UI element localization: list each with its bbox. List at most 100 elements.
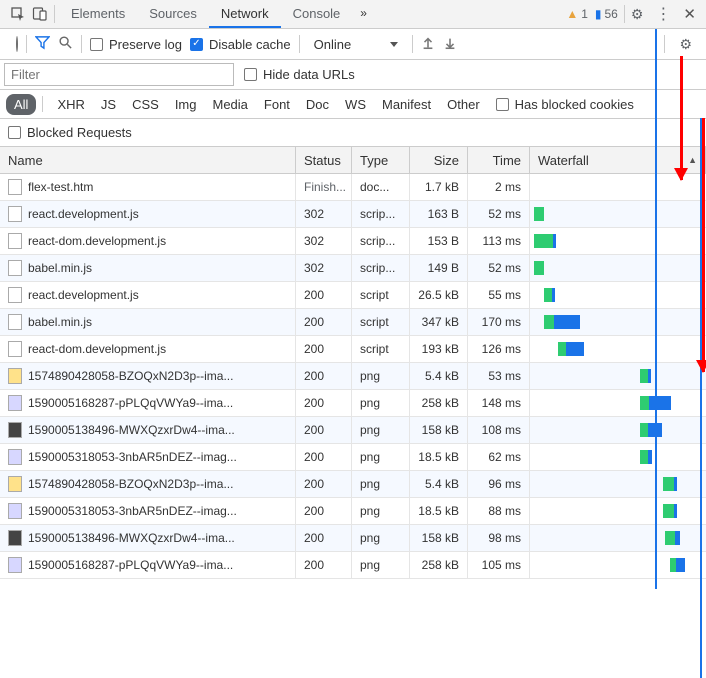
tab-network[interactable]: Network bbox=[209, 0, 281, 28]
filter-type-img[interactable]: Img bbox=[167, 94, 205, 115]
warning-icon: ▲ bbox=[566, 7, 578, 21]
chevron-down-icon bbox=[390, 42, 398, 47]
request-type: png bbox=[352, 363, 410, 389]
table-row[interactable]: react-dom.development.js302scrip...153 B… bbox=[0, 228, 706, 255]
throttling-select[interactable]: Online bbox=[308, 34, 404, 55]
request-name: babel.min.js bbox=[28, 261, 92, 275]
table-row[interactable]: 1590005138496-MWXQzxrDw4--ima...200png15… bbox=[0, 525, 706, 552]
request-status: Finish... bbox=[296, 174, 352, 200]
table-row[interactable]: react-dom.development.js200script193 kB1… bbox=[0, 336, 706, 363]
table-row[interactable]: 1574890428058-BZOQxN2D3p--ima...200png5.… bbox=[0, 363, 706, 390]
close-icon[interactable]: ✕ bbox=[677, 5, 702, 23]
request-status: 302 bbox=[296, 201, 352, 227]
request-name: 1574890428058-BZOQxN2D3p--ima... bbox=[28, 369, 233, 383]
annotation-arrow-2 bbox=[702, 118, 705, 372]
col-type[interactable]: Type bbox=[352, 147, 410, 173]
filter-bar: Hide data URLs bbox=[0, 60, 706, 90]
filter-type-all[interactable]: All bbox=[6, 94, 36, 115]
request-waterfall bbox=[530, 552, 706, 578]
network-toolbar: Preserve log Disable cache Online ⚙ bbox=[0, 29, 706, 60]
has-blocked-cookies-checkbox[interactable]: Has blocked cookies bbox=[496, 97, 634, 112]
request-status: 200 bbox=[296, 336, 352, 362]
request-size: 163 B bbox=[410, 201, 468, 227]
request-name: 1590005168287-pPLQqVWYa9--ima... bbox=[28, 396, 233, 410]
device-toggle-icon[interactable] bbox=[32, 6, 48, 22]
request-name: 1590005318053-3nbAR5nDEZ--imag... bbox=[28, 450, 237, 464]
request-type: png bbox=[352, 417, 410, 443]
filter-type-xhr[interactable]: XHR bbox=[49, 94, 92, 115]
request-time: 2 ms bbox=[468, 174, 530, 200]
preserve-log-checkbox[interactable]: Preserve log bbox=[90, 37, 182, 52]
request-type: scrip... bbox=[352, 201, 410, 227]
table-row[interactable]: babel.min.js302scrip...149 B52 ms bbox=[0, 255, 706, 282]
filter-type-ws[interactable]: WS bbox=[337, 94, 374, 115]
request-size: 26.5 kB bbox=[410, 282, 468, 308]
disable-cache-checkbox[interactable]: Disable cache bbox=[190, 37, 291, 52]
request-name: flex-test.htm bbox=[28, 180, 93, 194]
filter-type-css[interactable]: CSS bbox=[124, 94, 167, 115]
blocked-requests-label: Blocked Requests bbox=[27, 125, 132, 140]
table-row[interactable]: 1590005318053-3nbAR5nDEZ--imag...200png1… bbox=[0, 498, 706, 525]
inspect-icon[interactable] bbox=[10, 6, 26, 22]
request-time: 52 ms bbox=[468, 201, 530, 227]
tab-sources[interactable]: Sources bbox=[137, 0, 209, 28]
request-size: 258 kB bbox=[410, 552, 468, 578]
col-time[interactable]: Time bbox=[468, 147, 530, 173]
table-row[interactable]: 1590005168287-pPLQqVWYa9--ima...200png25… bbox=[0, 390, 706, 417]
hide-data-urls-checkbox[interactable]: Hide data URLs bbox=[244, 67, 355, 82]
file-icon bbox=[8, 395, 22, 411]
request-time: 105 ms bbox=[468, 552, 530, 578]
request-waterfall bbox=[530, 336, 706, 362]
tab-console[interactable]: Console bbox=[281, 0, 353, 28]
col-size[interactable]: Size bbox=[410, 147, 468, 173]
filter-type-manifest[interactable]: Manifest bbox=[374, 94, 439, 115]
table-header: Name Status Type Size Time Waterfall bbox=[0, 147, 706, 174]
hide-data-urls-label: Hide data URLs bbox=[263, 67, 355, 82]
request-waterfall bbox=[530, 255, 706, 281]
issues-counter[interactable]: ▲ 1 ▮ 56 bbox=[566, 7, 618, 21]
file-icon bbox=[8, 530, 22, 546]
blocked-requests-checkbox[interactable]: Blocked Requests bbox=[8, 125, 132, 140]
request-size: 149 B bbox=[410, 255, 468, 281]
upload-har-icon[interactable] bbox=[421, 36, 435, 53]
messages-count: 56 bbox=[605, 7, 618, 21]
filter-type-font[interactable]: Font bbox=[256, 94, 298, 115]
has-blocked-cookies-label: Has blocked cookies bbox=[515, 97, 634, 112]
request-type: png bbox=[352, 390, 410, 416]
table-row[interactable]: 1590005168287-pPLQqVWYa9--ima...200png25… bbox=[0, 552, 706, 579]
file-icon bbox=[8, 287, 22, 303]
filter-type-other[interactable]: Other bbox=[439, 94, 488, 115]
request-size: 258 kB bbox=[410, 390, 468, 416]
request-type: doc... bbox=[352, 174, 410, 200]
filter-type-media[interactable]: Media bbox=[204, 94, 255, 115]
col-name[interactable]: Name bbox=[0, 147, 296, 173]
disable-cache-label: Disable cache bbox=[209, 37, 291, 52]
search-icon[interactable] bbox=[58, 35, 73, 53]
request-time: 88 ms bbox=[468, 498, 530, 524]
filter-type-bar: All XHR JS CSS Img Media Font Doc WS Man… bbox=[0, 90, 706, 119]
table-row[interactable]: react.development.js200script26.5 kB55 m… bbox=[0, 282, 706, 309]
table-row[interactable]: 1574890428058-BZOQxN2D3p--ima...200png5.… bbox=[0, 471, 706, 498]
table-row[interactable]: 1590005138496-MWXQzxrDw4--ima...200png15… bbox=[0, 417, 706, 444]
table-row[interactable]: react.development.js302scrip...163 B52 m… bbox=[0, 201, 706, 228]
request-status: 200 bbox=[296, 309, 352, 335]
table-row[interactable]: babel.min.js200script347 kB170 ms bbox=[0, 309, 706, 336]
network-settings-icon[interactable]: ⚙ bbox=[673, 36, 698, 53]
clear-button[interactable] bbox=[16, 37, 18, 51]
col-status[interactable]: Status bbox=[296, 147, 352, 173]
filter-type-js[interactable]: JS bbox=[93, 94, 124, 115]
table-row[interactable]: 1590005318053-3nbAR5nDEZ--imag...200png1… bbox=[0, 444, 706, 471]
request-waterfall bbox=[530, 417, 706, 443]
request-name: 1590005168287-pPLQqVWYa9--ima... bbox=[28, 558, 233, 572]
tab-elements[interactable]: Elements bbox=[59, 0, 137, 28]
tabs-overflow[interactable]: » bbox=[352, 0, 375, 28]
download-har-icon[interactable] bbox=[443, 36, 457, 53]
filter-type-doc[interactable]: Doc bbox=[298, 94, 337, 115]
settings-icon[interactable]: ⚙ bbox=[625, 6, 650, 23]
request-time: 170 ms bbox=[468, 309, 530, 335]
filter-input[interactable] bbox=[4, 63, 234, 86]
file-icon bbox=[8, 503, 22, 519]
kebab-menu-icon[interactable]: ⋮ bbox=[649, 4, 677, 24]
table-row[interactable]: flex-test.htmFinish...doc...1.7 kB2 ms bbox=[0, 174, 706, 201]
filter-toggle-icon[interactable] bbox=[35, 35, 50, 53]
